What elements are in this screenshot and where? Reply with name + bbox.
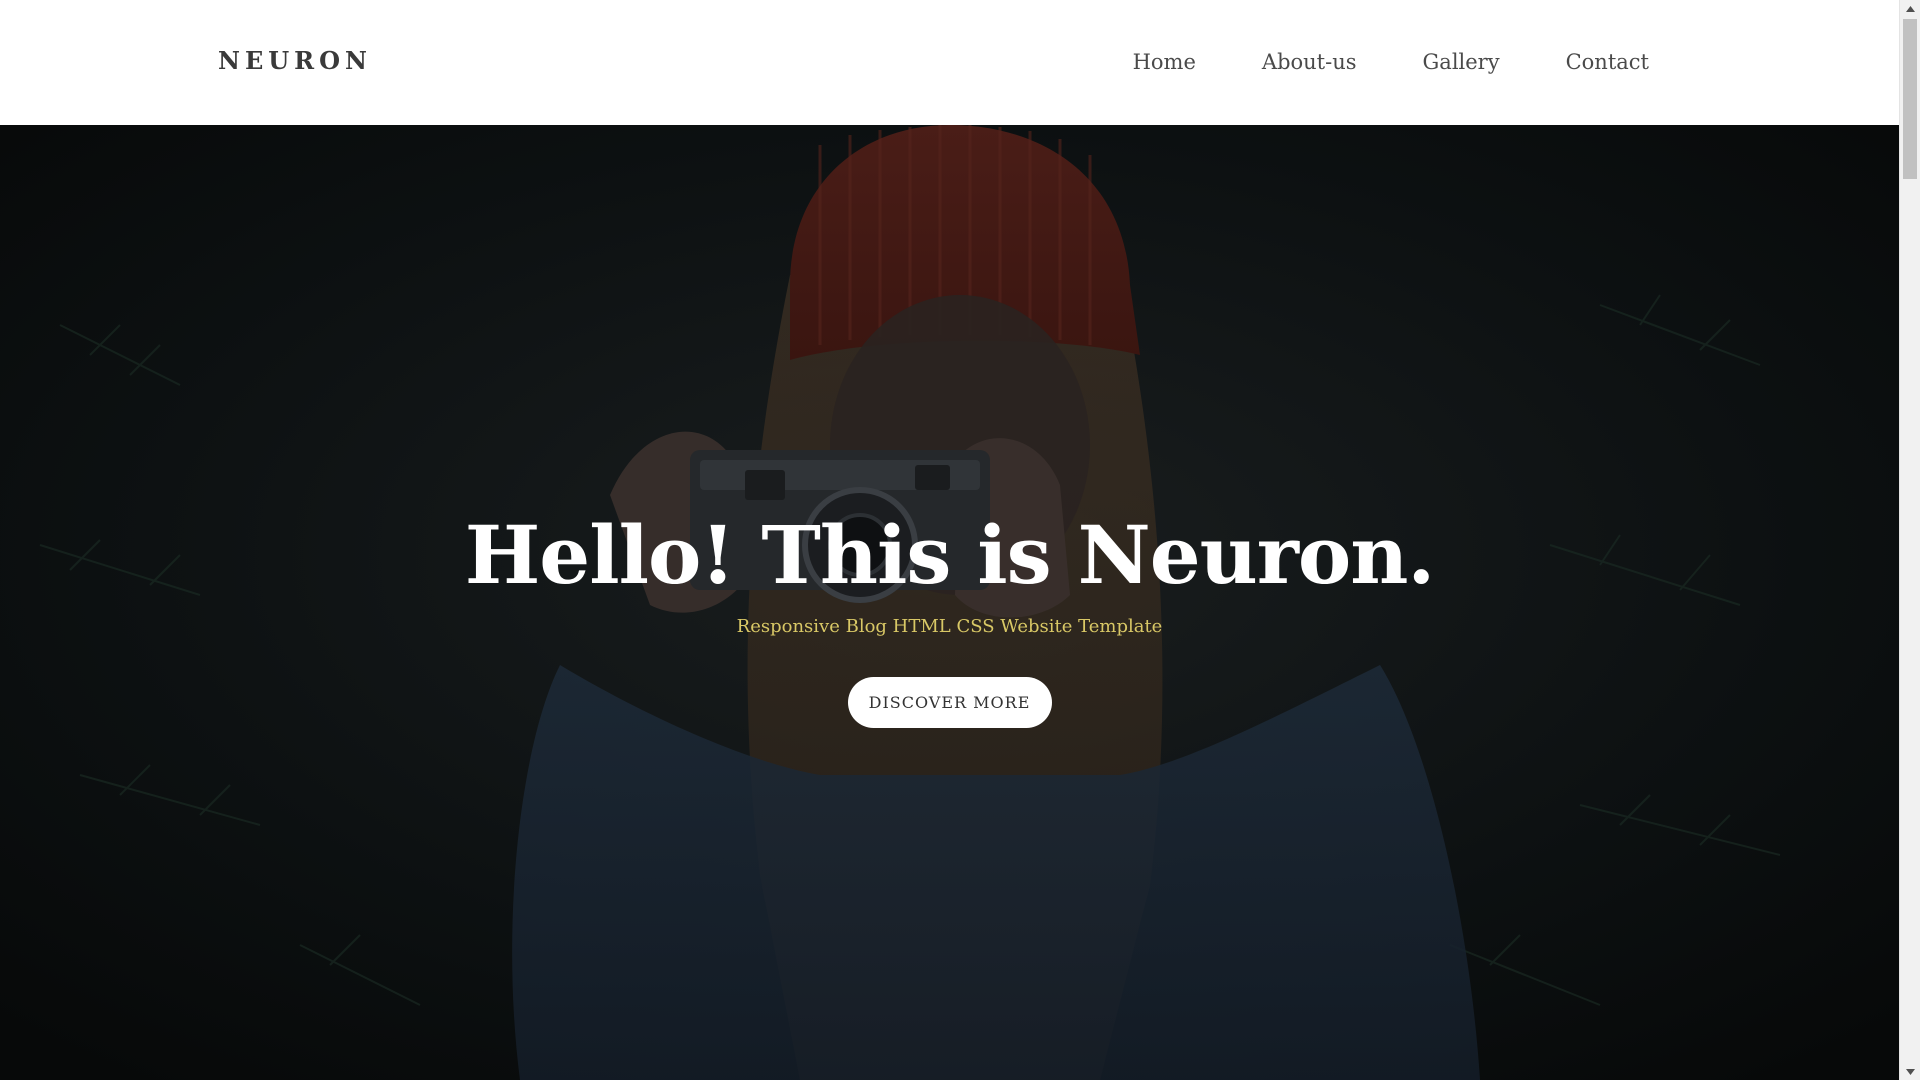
nav-link-contact[interactable]: Contact: [1566, 46, 1649, 78]
nav-menu: Home About-us Gallery Contact: [1067, 46, 1649, 78]
hero-subtitle: Responsive Blog HTML CSS Website Templat…: [736, 616, 1163, 637]
discover-more-button[interactable]: DISCOVER MORE: [847, 677, 1052, 728]
hero-section: Hello! This is Neuron. Responsive Blog H…: [0, 125, 1899, 1080]
nav-link-gallery[interactable]: Gallery: [1423, 46, 1500, 78]
scrollbar-thumb[interactable]: [1903, 19, 1917, 179]
hero-title: Hello! This is Neuron.: [464, 508, 1436, 602]
navbar: NEURON Home About-us Gallery Contact: [0, 0, 1899, 125]
scroll-down-arrow-icon[interactable]: [1900, 1063, 1920, 1080]
brand-logo[interactable]: NEURON: [218, 46, 372, 76]
hero-content: Hello! This is Neuron. Responsive Blog H…: [0, 505, 1899, 728]
page: NEURON Home About-us Gallery Contact Hel…: [0, 0, 1899, 1080]
vertical-scrollbar[interactable]: [1899, 0, 1920, 1080]
nav-link-about-us[interactable]: About-us: [1262, 46, 1357, 78]
nav-link-home[interactable]: Home: [1133, 46, 1196, 78]
scroll-up-arrow-icon[interactable]: [1900, 0, 1920, 17]
